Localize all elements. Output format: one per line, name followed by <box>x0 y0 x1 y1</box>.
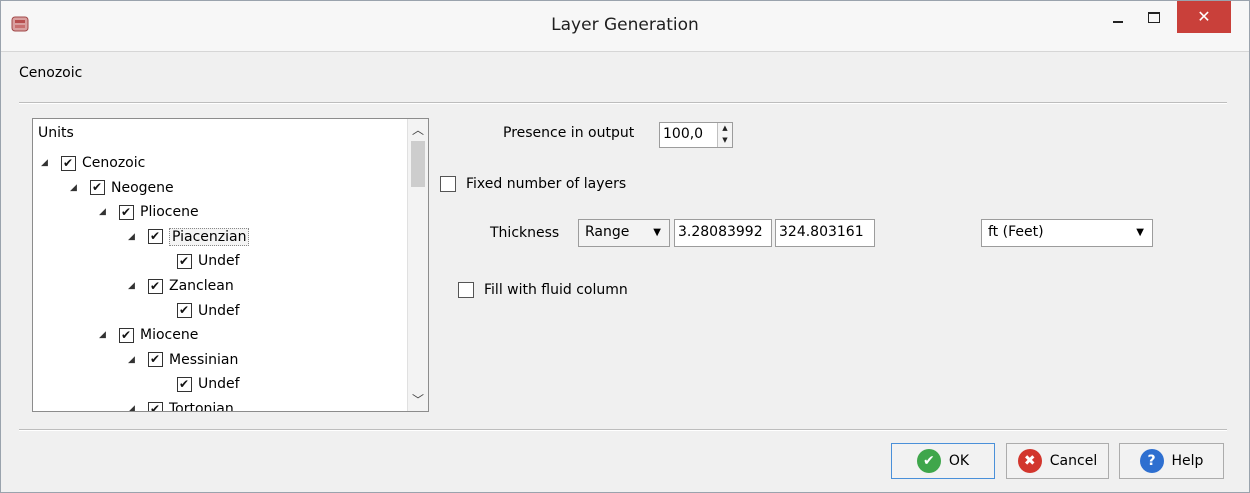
expand-arrow-icon[interactable]: ◢ <box>41 152 51 174</box>
tree-item[interactable]: Undef <box>157 299 240 322</box>
fluid-column-option[interactable]: Fill with fluid column <box>458 282 628 298</box>
tree-item-checkbox[interactable] <box>177 373 192 395</box>
expand-arrow-icon[interactable]: ◢ <box>128 275 138 297</box>
expand-arrow-icon[interactable]: ◢ <box>70 177 80 199</box>
spinner-down-icon[interactable]: ▼ <box>718 135 732 146</box>
tree-item-checkbox[interactable] <box>148 348 163 370</box>
cancel-label: Cancel <box>1049 453 1098 469</box>
window-title: Layer Generation <box>551 15 699 35</box>
maximize-icon <box>1148 12 1160 23</box>
tree-item-label: Neogene <box>111 179 174 196</box>
expand-arrow-icon[interactable]: ◢ <box>128 398 138 411</box>
unit-select[interactable]: ft (Feet) ▼ <box>981 219 1153 247</box>
tree-item[interactable]: ◢ Zanclean <box>128 275 234 297</box>
tree-item[interactable]: ◢ Piacenzian <box>128 225 250 248</box>
thickness-mode-select[interactable]: Range ▼ <box>578 219 670 247</box>
fixed-layers-checkbox[interactable] <box>440 176 456 192</box>
thickness-label: Thickness <box>490 225 560 241</box>
layer-generation-dialog: Layer Generation ✕ Cenozoic Units ◢Cenoz… <box>0 0 1250 493</box>
expand-arrow-icon[interactable]: ◢ <box>99 201 109 223</box>
tree-item-checkbox[interactable] <box>177 299 192 321</box>
help-label: Help <box>1171 453 1204 469</box>
tree-item-label: Messinian <box>169 351 239 368</box>
help-button[interactable]: ? Help <box>1119 443 1224 479</box>
unit-value: ft (Feet) <box>988 224 1044 240</box>
cancel-icon: ✖ <box>1017 449 1042 473</box>
presence-label: Presence in output <box>503 125 635 141</box>
presence-value[interactable]: 100,0 <box>663 126 703 142</box>
tree-item[interactable]: ◢ Cenozoic <box>41 152 145 174</box>
thickness-min-input[interactable]: 3.28083992 <box>674 219 772 247</box>
fixed-layers-option[interactable]: Fixed number of layers <box>440 176 626 192</box>
tree-item[interactable]: ◢ Neogene <box>70 176 174 199</box>
top-divider <box>19 102 1227 104</box>
tree-item-label: Piacenzian <box>169 227 250 246</box>
thickness-max-input[interactable]: 324.803161 <box>775 219 875 247</box>
tree-item-label: Undef <box>198 376 240 393</box>
expand-arrow-icon[interactable]: ◢ <box>99 324 109 346</box>
tree-item-checkbox[interactable] <box>90 176 105 198</box>
tree-item-checkbox[interactable] <box>148 398 163 411</box>
spinner-buttons: ▲ ▼ <box>717 123 732 147</box>
tree-header: Units <box>38 125 74 141</box>
chevron-down-icon: ▼ <box>653 227 661 238</box>
minimize-button[interactable] <box>1101 1 1135 33</box>
tree-item[interactable]: ◢ Miocene <box>99 324 198 346</box>
thickness-mode-value: Range <box>585 224 630 240</box>
tree-item[interactable]: ◢ Pliocene <box>99 201 199 223</box>
tree-item[interactable]: Undef <box>157 250 240 272</box>
spinner-up-icon[interactable]: ▲ <box>718 123 732 134</box>
chevron-down-icon: ▼ <box>1136 227 1144 238</box>
tree-item[interactable]: ◢ Messinian <box>128 348 239 371</box>
tree-item-label: Undef <box>198 302 240 319</box>
expand-arrow-icon[interactable]: ◢ <box>128 349 138 371</box>
fluid-column-label: Fill with fluid column <box>484 282 628 298</box>
scroll-down-icon[interactable]: ﹀ <box>408 391 428 409</box>
close-icon: ✕ <box>1197 7 1211 26</box>
bottom-divider <box>19 429 1227 431</box>
minimize-icon <box>1113 21 1123 23</box>
tree-item-checkbox[interactable] <box>119 201 134 223</box>
tree-item-checkbox[interactable] <box>148 225 163 247</box>
fluid-column-checkbox[interactable] <box>458 282 474 298</box>
tree-item-checkbox[interactable] <box>61 152 76 174</box>
presence-spinner[interactable]: 100,0 ▲ ▼ <box>659 122 733 148</box>
close-button[interactable]: ✕ <box>1177 1 1231 33</box>
ok-label: OK <box>948 453 970 469</box>
tree-item-label: Zanclean <box>169 278 234 294</box>
check-icon: ✔ <box>916 449 941 473</box>
tree-item[interactable]: Undef <box>157 373 240 395</box>
tree-item-label: Miocene <box>140 327 199 344</box>
scroll-thumb[interactable] <box>411 141 425 187</box>
maximize-button[interactable] <box>1137 1 1171 33</box>
tree-item-label: Tortonian <box>169 401 234 412</box>
units-tree[interactable]: Units ◢Cenozoic◢Neogene◢Pliocene◢Piacenz… <box>32 118 429 412</box>
tree-item[interactable]: ◢ Tortonian <box>128 398 234 412</box>
tree-item-label: Pliocene <box>140 204 199 221</box>
scroll-up-icon[interactable]: ︿ <box>408 121 428 139</box>
cancel-button[interactable]: ✖ Cancel <box>1006 443 1109 479</box>
tree-item-checkbox[interactable] <box>177 250 192 272</box>
tree-item-checkbox[interactable] <box>119 324 134 346</box>
tree-item-label: Undef <box>198 253 240 270</box>
section-label: Cenozoic <box>19 65 83 81</box>
tree-item-checkbox[interactable] <box>148 275 163 297</box>
expand-arrow-icon[interactable]: ◢ <box>128 226 138 248</box>
tree-item-label: Cenozoic <box>82 155 146 171</box>
tree-scrollbar[interactable]: ︿ ﹀ <box>407 119 428 411</box>
ok-button[interactable]: ✔ OK <box>891 443 995 479</box>
title-bar[interactable]: Layer Generation ✕ <box>1 1 1249 52</box>
thickness-max-value: 324.803161 <box>779 224 864 240</box>
help-icon: ? <box>1139 449 1164 473</box>
fixed-layers-label: Fixed number of layers <box>466 176 627 192</box>
thickness-min-value: 3.28083992 <box>678 224 763 240</box>
